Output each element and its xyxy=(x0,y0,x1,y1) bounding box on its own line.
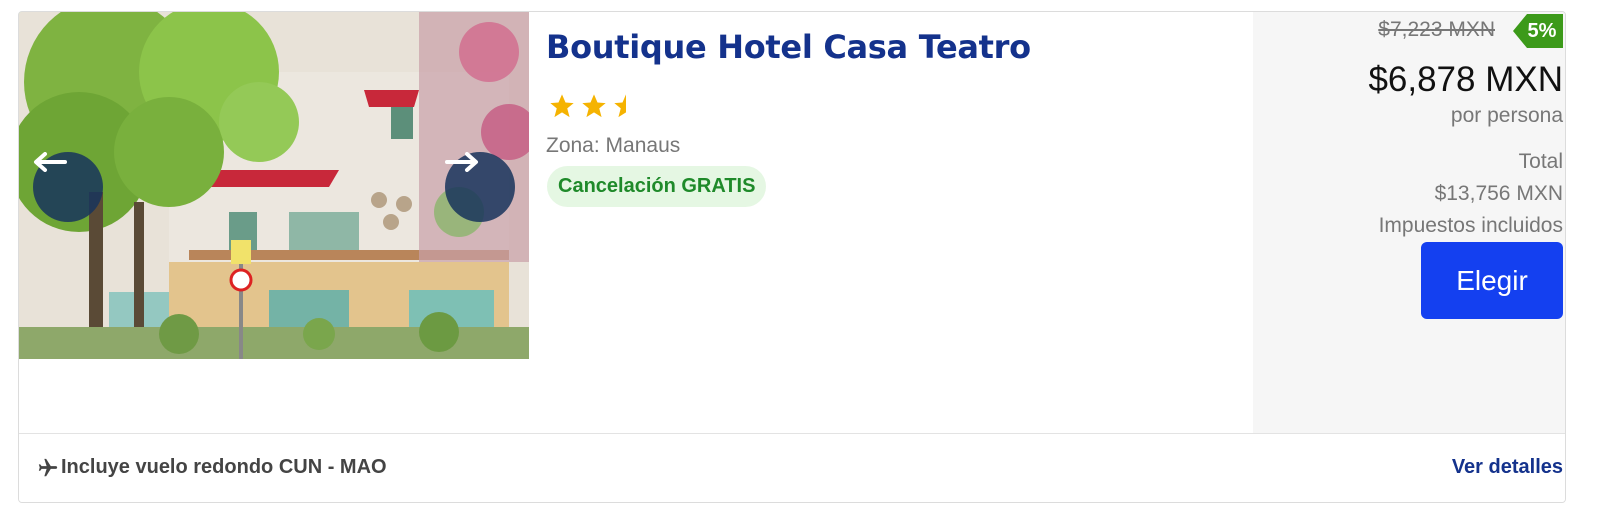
star-rating xyxy=(548,92,640,120)
total-label: Total xyxy=(1518,150,1563,173)
hotel-zone: Zona: Manaus xyxy=(546,134,681,157)
free-cancellation-badge: Cancelación GRATIS xyxy=(547,166,767,207)
flight-info: Incluye vuelo redondo CUN - MAO xyxy=(37,456,387,479)
taxes-included-note: Impuestos incluidos xyxy=(1378,214,1563,237)
discount-badge: 5% xyxy=(1513,14,1563,48)
hotel-name[interactable]: Boutique Hotel Casa Teatro xyxy=(546,28,1031,66)
gallery-prev-button[interactable] xyxy=(33,152,103,222)
view-details-link[interactable]: Ver detalles xyxy=(1452,456,1563,479)
original-price: $7,223 MXN xyxy=(1378,18,1495,41)
hotel-photo[interactable] xyxy=(19,12,529,359)
star-full-icon xyxy=(582,94,606,118)
current-price: $6,878 MXN xyxy=(1368,60,1563,99)
gallery-next-button[interactable] xyxy=(445,152,515,222)
star-half-icon xyxy=(614,94,626,118)
total-value: $13,756 MXN xyxy=(1434,182,1563,205)
per-person-label: por persona xyxy=(1450,104,1563,127)
arrow-right-icon xyxy=(445,152,478,172)
card-footer: Incluye vuelo redondo CUN - MAO Ver deta… xyxy=(19,433,1565,502)
star-full-icon xyxy=(550,94,574,118)
airplane-icon xyxy=(38,458,58,476)
choose-button[interactable]: Elegir xyxy=(1421,242,1563,319)
hotel-card: Boutique Hotel Casa Teatro Zona: Manaus … xyxy=(18,11,1566,503)
price-panel: $7,223 MXN 5% $6,878 MXN por persona Tot… xyxy=(1253,12,1565,433)
flight-text: Incluye vuelo redondo CUN - MAO xyxy=(61,456,387,478)
arrow-left-icon xyxy=(34,152,67,172)
